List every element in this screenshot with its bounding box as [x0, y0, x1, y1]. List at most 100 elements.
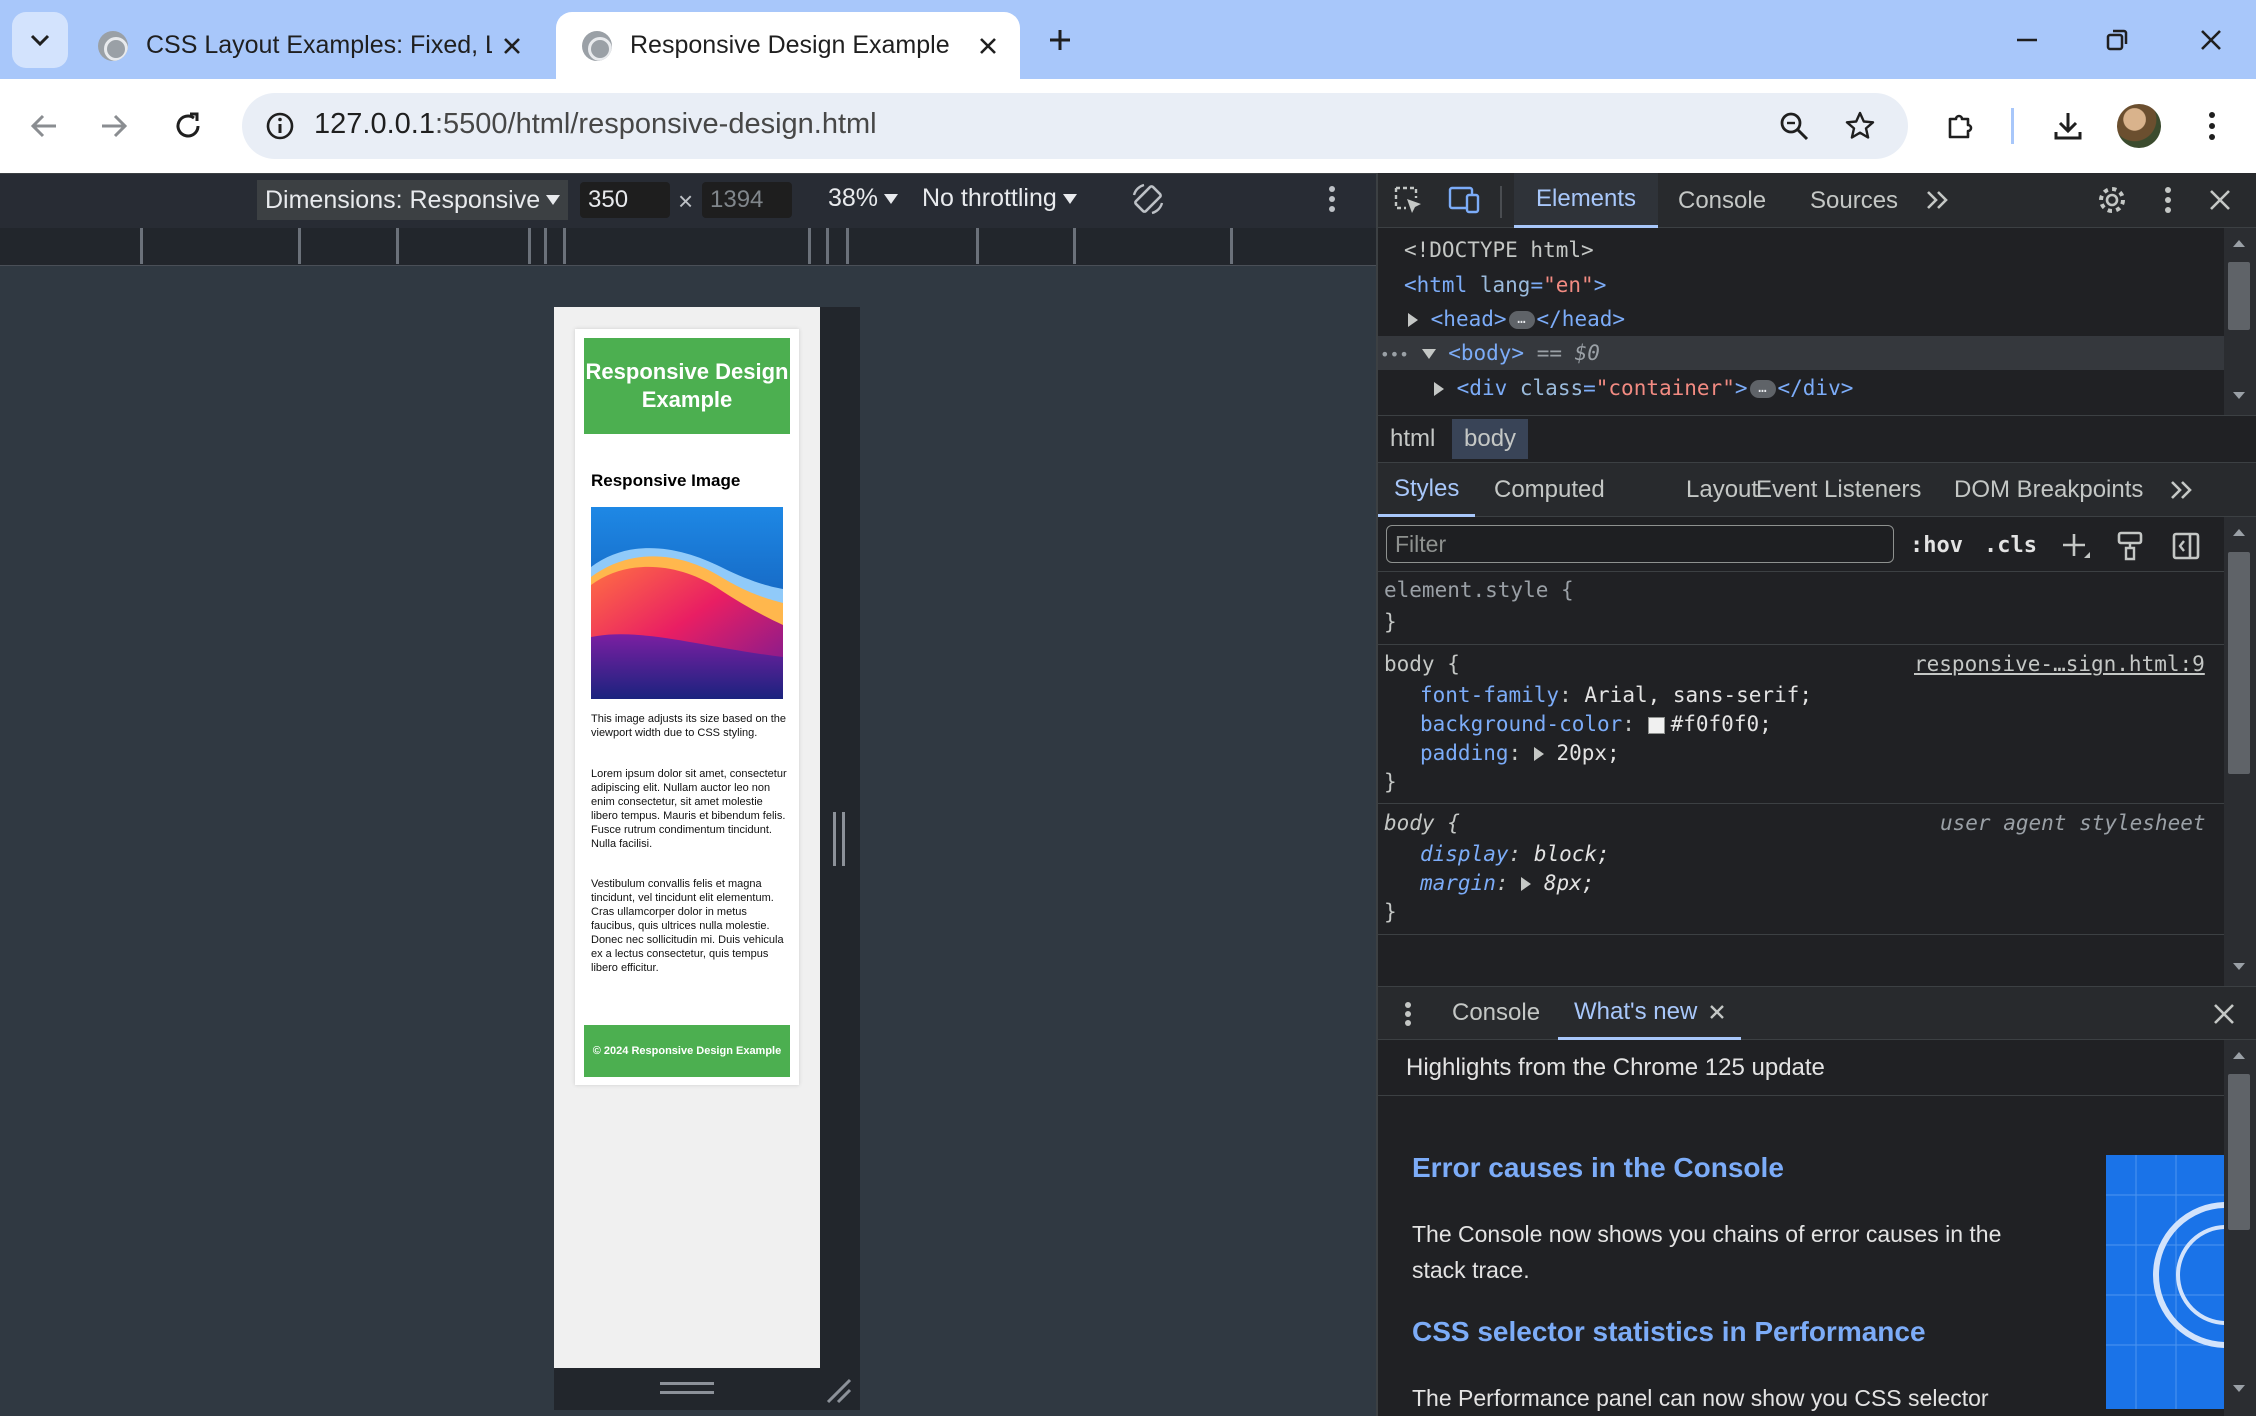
restore-button[interactable]: [2092, 16, 2142, 64]
site-info-button[interactable]: [256, 102, 304, 150]
tab-search-button[interactable]: [12, 12, 68, 68]
scroll-up-icon[interactable]: [2232, 238, 2246, 248]
ellipsis-badge[interactable]: …: [1749, 380, 1776, 398]
media-query-marker[interactable]: [563, 228, 566, 264]
close-window-button[interactable]: [2186, 16, 2236, 64]
close-drawer-button[interactable]: [2202, 992, 2246, 1036]
scroll-up-icon[interactable]: [2232, 527, 2246, 537]
resize-corner-handle[interactable]: [826, 1378, 852, 1404]
body-rule-source-link[interactable]: responsive-…sign.html:9: [1914, 647, 2205, 681]
scroll-down-icon[interactable]: [2232, 391, 2246, 401]
close-icon[interactable]: [1709, 1004, 1725, 1020]
css-declaration[interactable]: padding: 20px;: [1420, 736, 1620, 770]
new-tab-button[interactable]: [1040, 20, 1080, 60]
toggle-sidebar-button[interactable]: [2164, 524, 2208, 568]
rotate-button[interactable]: [1126, 177, 1170, 221]
extensions-button[interactable]: [1935, 100, 1987, 152]
device-toolbar-menu-button[interactable]: [1310, 177, 1354, 221]
cls-button[interactable]: .cls: [1984, 528, 2037, 562]
devtools-menu-button[interactable]: [2146, 178, 2190, 222]
tab-css-layout-examples[interactable]: CSS Layout Examples: Fixed, Liquid: [72, 12, 544, 79]
dom-body-node[interactable]: ••• <body> == $0: [1380, 336, 1600, 372]
drawer-menu-button[interactable]: [1386, 992, 1430, 1036]
forward-button[interactable]: [88, 100, 140, 152]
color-swatch[interactable]: [1647, 716, 1665, 734]
tab-styles[interactable]: Styles: [1378, 463, 1476, 517]
element-style-selector[interactable]: element.style {: [1384, 573, 1574, 607]
dimensions-select[interactable]: Dimensions: Responsive: [257, 180, 569, 220]
css-declaration[interactable]: margin: 8px;: [1420, 866, 1594, 900]
height-input[interactable]: 1394: [702, 182, 792, 218]
styles-filter-input[interactable]: Filter: [1386, 525, 1894, 563]
expand-triangle-icon[interactable]: [1521, 877, 1532, 891]
profile-avatar[interactable]: [2117, 104, 2161, 148]
dom-head-node[interactable]: <head>… </head>: [1408, 302, 1625, 336]
body-rule-selector[interactable]: body {: [1384, 647, 1460, 681]
media-query-marker[interactable]: [826, 228, 829, 264]
toggle-device-button[interactable]: [1442, 178, 1486, 222]
tab-responsive-design-example[interactable]: Responsive Design Example: [556, 12, 1020, 79]
format-painter-button[interactable]: [2108, 524, 2152, 568]
settings-button[interactable]: [2090, 178, 2134, 222]
bookmark-button[interactable]: [1834, 100, 1886, 152]
scroll-up-icon[interactable]: [2232, 1050, 2246, 1060]
zoom-button[interactable]: [1768, 100, 1820, 152]
url-text[interactable]: 127.0.0.1:5500/html/responsive-design.ht…: [314, 108, 877, 141]
dom-html-node[interactable]: <html lang="en">: [1404, 268, 1606, 302]
scroll-down-icon[interactable]: [2232, 962, 2246, 972]
breadcrumb-html[interactable]: html: [1378, 419, 1447, 459]
more-tabs-button[interactable]: [1916, 178, 1960, 222]
drawer-tab-whats-new[interactable]: What's new: [1558, 986, 1742, 1040]
tab-computed[interactable]: Computed: [1478, 463, 1621, 517]
row-menu-dots[interactable]: •••: [1380, 345, 1409, 364]
downloads-button[interactable]: [2042, 100, 2094, 152]
media-query-marker[interactable]: [1230, 228, 1233, 264]
tab-event-listeners[interactable]: Event Listeners: [1740, 463, 1937, 517]
media-query-marker[interactable]: [808, 228, 811, 264]
ua-rule-selector[interactable]: body {: [1384, 806, 1460, 840]
dom-doctype[interactable]: <!DOCTYPE html>: [1404, 233, 1594, 267]
tab-elements[interactable]: Elements: [1514, 173, 1659, 228]
tab-console[interactable]: Console: [1656, 173, 1788, 228]
media-query-marker[interactable]: [1073, 228, 1076, 264]
ellipsis-badge[interactable]: …: [1508, 311, 1535, 329]
expand-triangle-icon[interactable]: [1408, 313, 1418, 327]
drawer-scrollbar-thumb[interactable]: [2228, 1074, 2250, 1230]
throttling-select[interactable]: No throttling: [922, 184, 1077, 213]
resize-handle-bottom[interactable]: [660, 1382, 714, 1394]
whats-new-heading[interactable]: Error causes in the Console: [1412, 1152, 1784, 1184]
media-query-marker[interactable]: [544, 228, 547, 264]
close-icon[interactable]: [968, 26, 1008, 66]
dom-div-node[interactable]: <div class="container">… </div>: [1434, 371, 1853, 405]
drawer-tab-console[interactable]: Console: [1436, 986, 1556, 1040]
media-query-marker[interactable]: [396, 228, 399, 264]
more-tabs-button[interactable]: [2160, 468, 2204, 512]
media-query-marker[interactable]: [298, 228, 301, 264]
expand-triangle-icon[interactable]: [1434, 382, 1444, 396]
reload-button[interactable]: [162, 100, 214, 152]
tab-sources[interactable]: Sources: [1788, 173, 1920, 228]
close-devtools-button[interactable]: [2198, 178, 2242, 222]
collapse-triangle-icon[interactable]: [1421, 349, 1436, 359]
scroll-down-icon[interactable]: [2232, 1384, 2246, 1394]
expand-triangle-icon[interactable]: [1533, 747, 1544, 761]
close-icon[interactable]: [492, 26, 532, 66]
minimize-button[interactable]: [2002, 16, 2052, 64]
media-query-marker[interactable]: [140, 228, 143, 264]
dom-scrollbar-thumb[interactable]: [2228, 262, 2250, 330]
styles-scrollbar-thumb[interactable]: [2228, 552, 2250, 774]
media-query-marker[interactable]: [846, 228, 849, 264]
new-style-rule-button[interactable]: [2054, 524, 2098, 568]
resize-handle-right[interactable]: [833, 812, 845, 866]
inspect-element-button[interactable]: [1386, 178, 1430, 222]
hov-button[interactable]: :hov: [1910, 528, 1963, 562]
tab-dom-breakpoints[interactable]: DOM Breakpoints: [1938, 463, 2159, 517]
width-input[interactable]: 350: [580, 182, 670, 218]
media-query-marker[interactable]: [528, 228, 531, 264]
breadcrumb-body[interactable]: body: [1452, 419, 1529, 459]
chrome-menu-button[interactable]: [2186, 100, 2238, 152]
back-button[interactable]: [18, 100, 70, 152]
media-query-marker[interactable]: [976, 228, 979, 264]
whats-new-heading[interactable]: CSS selector statistics in Performance: [1412, 1316, 1926, 1348]
zoom-select[interactable]: 38%: [828, 184, 899, 213]
